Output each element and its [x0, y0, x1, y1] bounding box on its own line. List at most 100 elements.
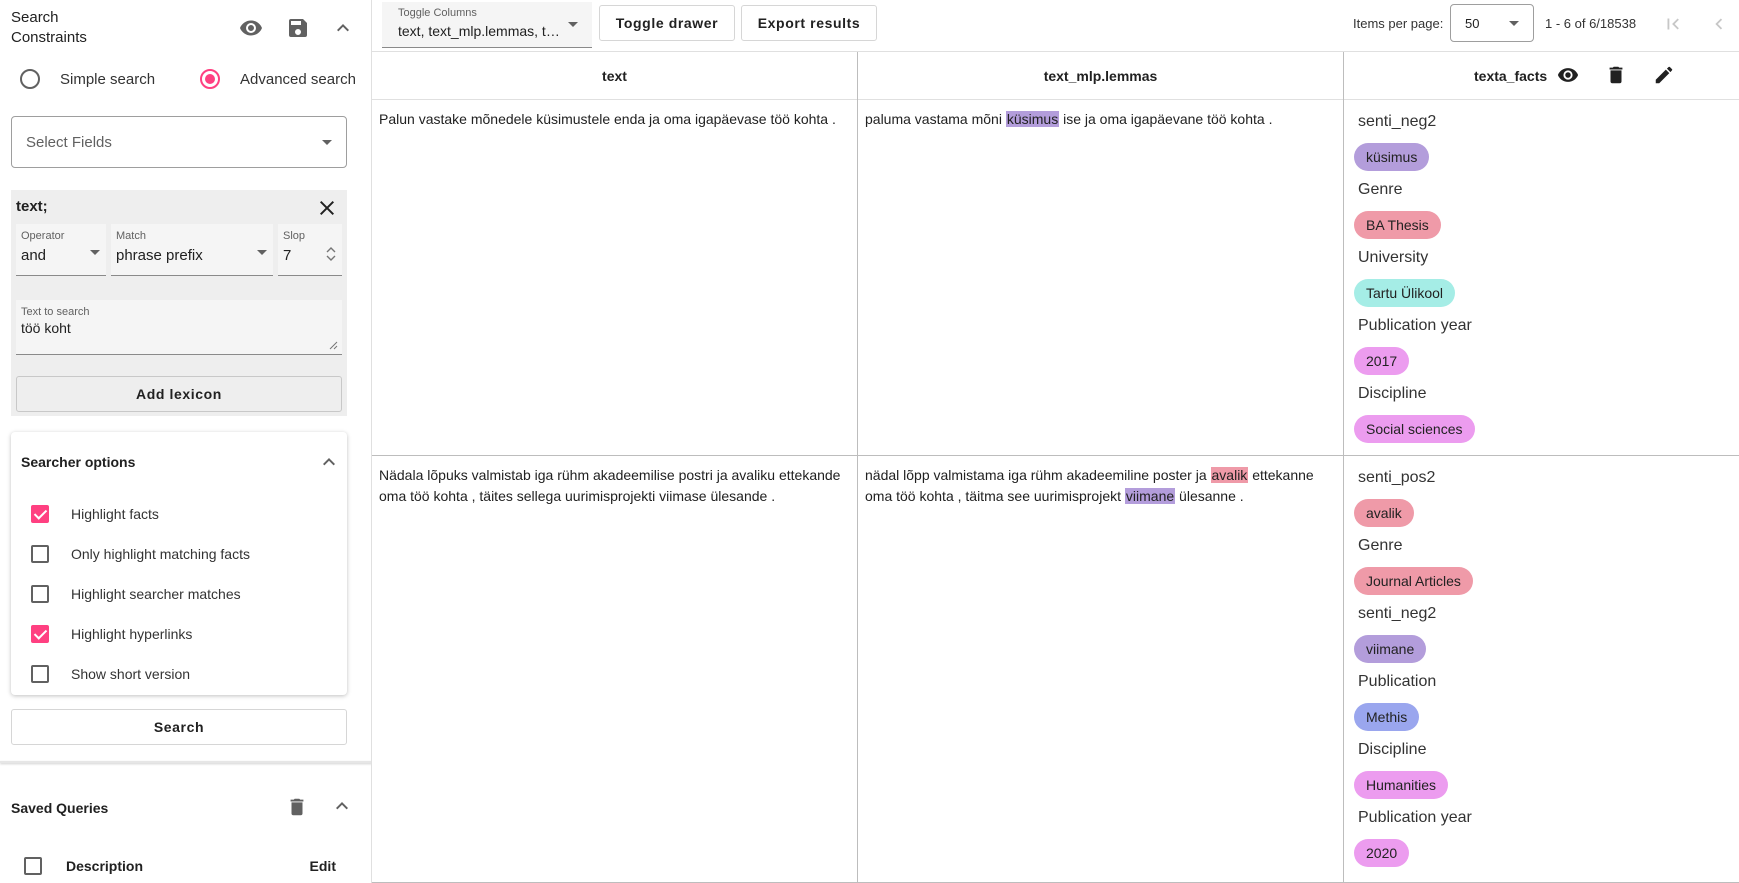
match-select[interactable]: Match phrase prefix — [111, 224, 273, 276]
lemma-text: ülesanne . — [1175, 488, 1244, 504]
add-lexicon-button[interactable]: Add lexicon — [16, 376, 342, 412]
eye-icon[interactable] — [237, 14, 265, 42]
toggle-columns-select[interactable]: Toggle Columns text, text_mlp.lemmas, te… — [382, 2, 592, 48]
fact-value-chip[interactable]: küsimus — [1354, 143, 1430, 171]
checkbox-box[interactable] — [31, 505, 49, 523]
close-icon[interactable] — [315, 196, 339, 220]
radio-ring[interactable] — [200, 69, 220, 89]
lemmas-cell: nädal lõpp valmistama iga rühm akadeemil… — [858, 456, 1344, 882]
advanced-search-radio[interactable]: Advanced search — [200, 69, 356, 89]
chevron-up-icon[interactable] — [330, 794, 354, 818]
saved-queries-header-row: Description Edit — [24, 854, 344, 878]
export-results-button[interactable]: Export results — [741, 5, 877, 41]
text-cell: Palun vastake mõnedele küsimustele enda … — [372, 100, 858, 455]
checkbox-label: Highlight searcher matches — [71, 586, 241, 602]
results-area: Toggle Columns text, text_mlp.lemmas, te… — [372, 0, 1739, 883]
trash-icon[interactable] — [286, 796, 310, 820]
fact-value-chip[interactable]: 2017 — [1354, 347, 1410, 375]
pencil-icon[interactable] — [1653, 64, 1677, 88]
dropdown-arrow-icon — [568, 22, 578, 27]
chevron-up-icon[interactable] — [317, 450, 341, 474]
description-column-header: Description — [66, 858, 144, 874]
table-row: Nädala lõpuks valmistab iga rühm akadeem… — [372, 456, 1739, 883]
chevron-up-icon[interactable] — [329, 14, 357, 42]
column-header-text[interactable]: text — [372, 52, 858, 100]
trash-icon[interactable] — [1605, 64, 1629, 88]
checkbox-label: Show short version — [71, 666, 191, 682]
fact-item: University Tartu Ülikool — [1354, 246, 1729, 314]
fact-item: Genre BA Thesis — [1354, 178, 1729, 246]
table-row: Palun vastake mõnedele küsimustele enda … — [372, 100, 1739, 456]
highlighted-term: viimane — [1124, 488, 1176, 504]
eye-icon[interactable] — [1557, 64, 1581, 88]
fact-item: senti_pos2 avalik — [1354, 466, 1729, 534]
text-to-search-textarea[interactable]: Text to search töö koht — [16, 300, 342, 355]
checkbox-box[interactable] — [31, 585, 49, 603]
toggle-columns-label: Toggle Columns — [398, 7, 477, 19]
divider — [0, 761, 371, 763]
only-highlight-matching-facts-checkbox[interactable]: Only highlight matching facts — [31, 542, 250, 566]
search-button[interactable]: Search — [11, 709, 347, 745]
slop-input[interactable]: Slop 7 — [278, 224, 342, 276]
search-drawer: Search Constraints Simple search Advance… — [0, 0, 372, 883]
column-header-lemmas[interactable]: text_mlp.lemmas — [858, 52, 1344, 100]
text-cell: Nädala lõpuks valmistab iga rühm akadeem… — [372, 456, 858, 882]
fact-value-chip[interactable]: viimane — [1354, 635, 1427, 663]
advanced-search-label: Advanced search — [240, 70, 356, 88]
checkbox-box[interactable] — [31, 625, 49, 643]
select-fields-dropdown[interactable]: Select Fields — [11, 116, 347, 168]
fact-item: senti_neg2 küsimus — [1354, 110, 1729, 178]
items-per-page-select[interactable]: 50 — [1450, 4, 1534, 42]
dropdown-arrow-icon — [322, 139, 332, 145]
fact-name: Discipline — [1358, 385, 1427, 402]
fact-value-chip[interactable]: Journal Articles — [1354, 567, 1473, 595]
fact-value-chip[interactable]: avalik — [1354, 499, 1414, 527]
dropdown-arrow-icon — [90, 250, 100, 255]
fact-value-chip[interactable]: Tartu Ülikool — [1354, 279, 1456, 307]
searcher-options-title: Searcher options — [21, 454, 136, 470]
toggle-drawer-button[interactable]: Toggle drawer — [599, 5, 735, 41]
fact-item: Publication Methis — [1354, 670, 1729, 738]
chevron-left-icon[interactable] — [1705, 10, 1733, 38]
first-page-icon[interactable] — [1659, 10, 1687, 38]
results-toolbar: Toggle Columns text, text_mlp.lemmas, te… — [372, 0, 1739, 52]
radio-ring[interactable] — [20, 69, 40, 89]
fact-item: senti_neg2 viimane — [1354, 602, 1729, 670]
save-icon[interactable] — [284, 14, 312, 42]
highlight-searcher-matches-checkbox[interactable]: Highlight searcher matches — [31, 582, 241, 606]
items-per-page-label: Items per page: — [1353, 16, 1444, 31]
checkbox-box[interactable] — [31, 665, 49, 683]
fact-value-chip[interactable]: Methis — [1354, 703, 1420, 731]
number-stepper-icon[interactable] — [326, 246, 336, 262]
lemmas-cell: paluma vastama mõni küsimus ise ja oma i… — [858, 100, 1344, 455]
dropdown-arrow-icon — [1509, 20, 1519, 26]
highlighted-term: avalik — [1210, 467, 1249, 483]
fact-name: Genre — [1358, 537, 1403, 554]
saved-queries-title: Saved Queries — [11, 800, 109, 816]
fact-value-chip[interactable]: BA Thesis — [1354, 211, 1441, 239]
fact-value-chip[interactable]: Humanities — [1354, 771, 1449, 799]
select-all-checkbox[interactable] — [24, 857, 42, 875]
text-to-search-label: Text to search — [21, 306, 90, 318]
constraint-title: text; — [16, 198, 48, 215]
highlight-facts-checkbox[interactable]: Highlight facts — [31, 502, 159, 526]
fact-value-chip[interactable]: Social sciences — [1354, 415, 1475, 443]
highlight-hyperlinks-checkbox[interactable]: Highlight hyperlinks — [31, 622, 192, 646]
fact-name: Publication year — [1358, 809, 1472, 826]
show-short-version-checkbox[interactable]: Show short version — [31, 662, 190, 686]
facts-cell: senti_neg2 küsimus Genre BA Thesis Universit… — [1344, 100, 1739, 455]
checkbox-label: Only highlight matching facts — [71, 546, 250, 562]
match-label: Match — [116, 230, 146, 242]
resize-grip-icon[interactable] — [328, 340, 338, 350]
simple-search-radio[interactable]: Simple search — [20, 69, 200, 89]
operator-select[interactable]: Operator and — [16, 224, 106, 276]
checkbox-label: Highlight hyperlinks — [71, 626, 193, 642]
checkbox-box[interactable] — [31, 545, 49, 563]
lemma-text: nädal lõpp valmistama iga rühm akadeemil… — [865, 467, 1211, 483]
column-header-facts[interactable]: texta_facts — [1344, 52, 1739, 100]
checkbox-label: Highlight facts — [71, 506, 159, 522]
fact-item: Publication year 2017 — [1354, 314, 1729, 382]
edit-column-header: Edit — [309, 858, 336, 874]
search-mode-radio-group: Simple search Advanced search — [20, 66, 356, 92]
fact-value-chip[interactable]: 2020 — [1354, 839, 1410, 867]
